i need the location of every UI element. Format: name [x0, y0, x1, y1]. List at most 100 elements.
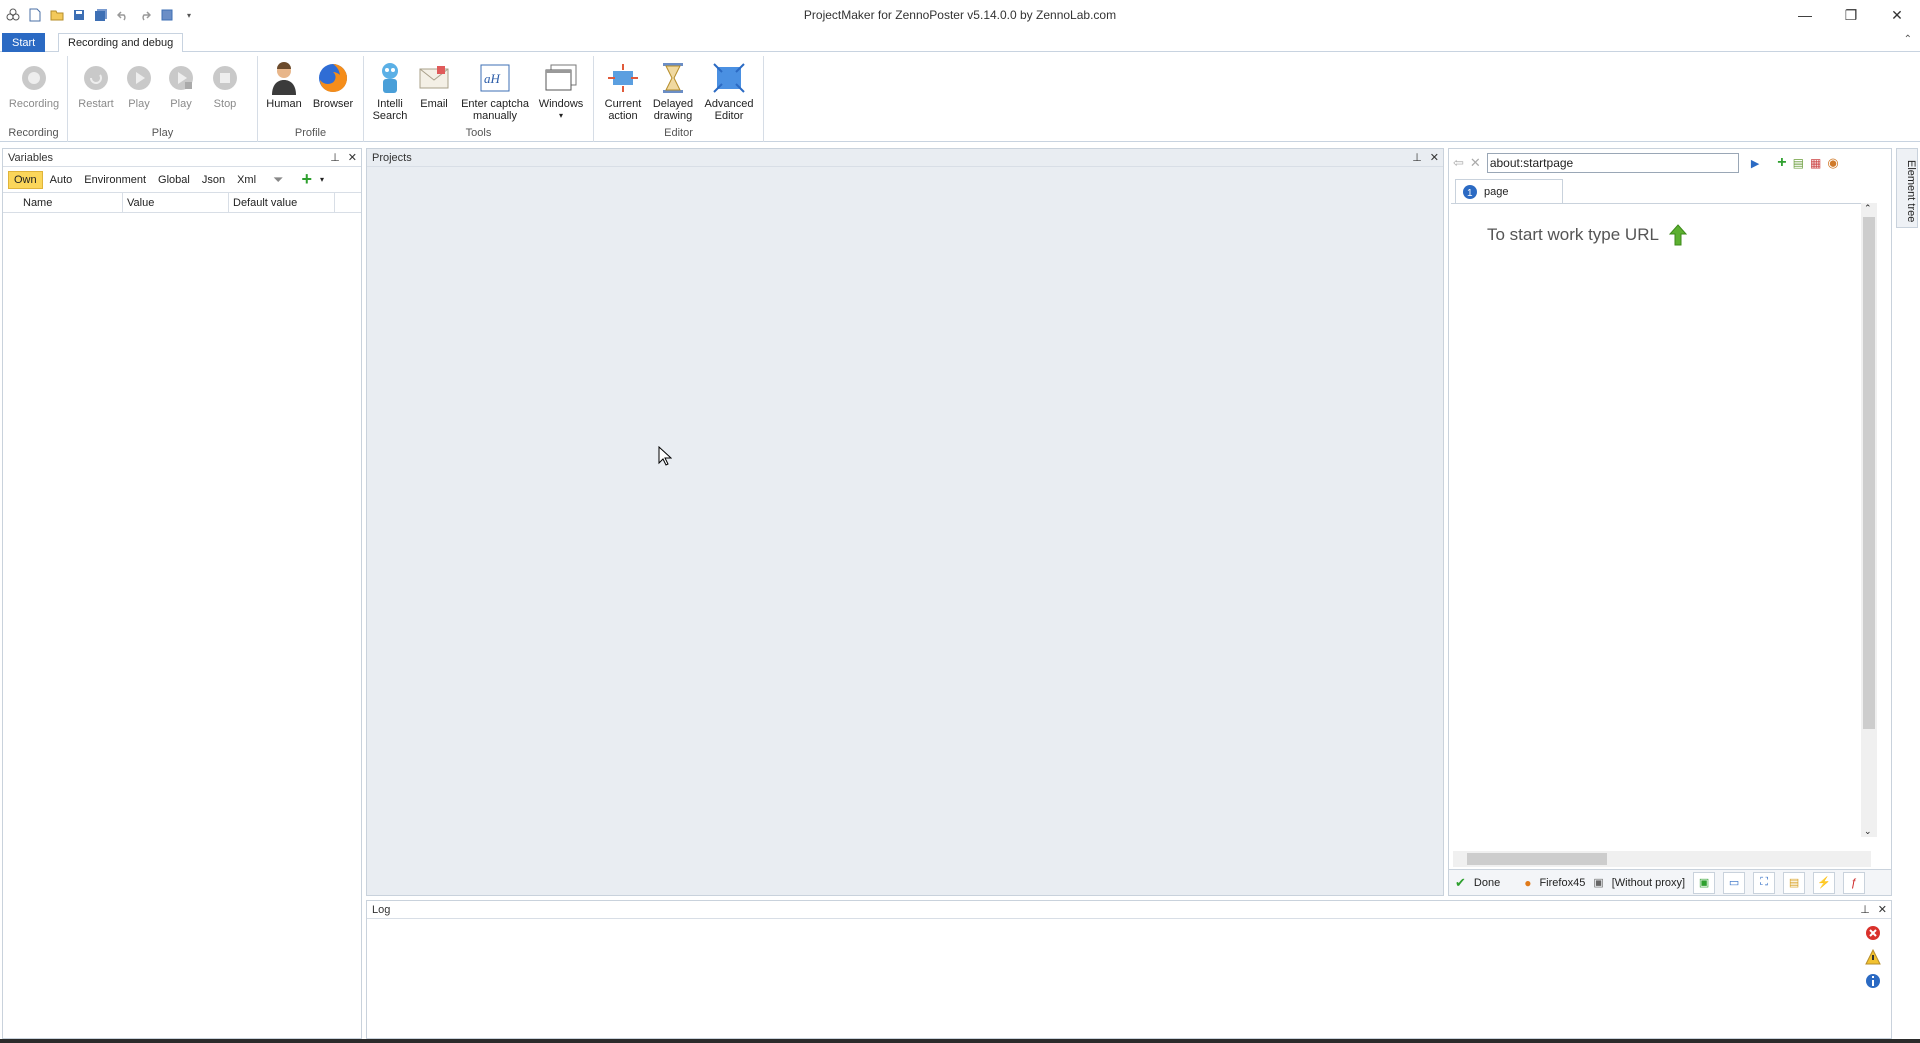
- delayed-drawing-label: Delayed drawing: [652, 98, 694, 122]
- minimize-button[interactable]: —: [1782, 0, 1828, 30]
- plugins-icon[interactable]: ⚡: [1813, 871, 1836, 894]
- browser-button[interactable]: Browser: [310, 60, 356, 110]
- vartab-own[interactable]: Own: [8, 170, 43, 189]
- page-tab[interactable]: 1 page: [1455, 179, 1563, 203]
- horizontal-scroll-thumb[interactable]: [1467, 853, 1607, 865]
- current-action-button[interactable]: Current action: [602, 60, 644, 122]
- column-default-value[interactable]: Default value: [229, 193, 335, 212]
- group-label-editor: Editor: [664, 127, 693, 139]
- vartab-environment[interactable]: Environment: [79, 172, 151, 188]
- current-action-label: Current action: [604, 98, 642, 122]
- close-panel-icon[interactable]: ✕: [1878, 901, 1887, 919]
- tab-recording-and-debug[interactable]: Recording and debug: [58, 33, 184, 54]
- variables-panel: Variables ⊥ ✕ Own Auto Environment Globa…: [2, 148, 362, 1039]
- intelli-search-button[interactable]: Intelli Search: [370, 60, 410, 122]
- filter-icon[interactable]: ⏷: [273, 172, 283, 188]
- scroll-up-icon[interactable]: ⌃: [1864, 203, 1872, 214]
- windows-button[interactable]: Windows ▾: [538, 60, 584, 122]
- pin-icon[interactable]: ⊥: [330, 149, 340, 167]
- screenshot-icon[interactable]: ▣: [1693, 871, 1716, 894]
- panel-controls: ⊥ ✕: [330, 149, 357, 167]
- collapse-ribbon-icon[interactable]: ⌃: [1904, 34, 1912, 45]
- log-title: Log: [372, 904, 391, 916]
- vartab-json[interactable]: Json: [197, 172, 230, 188]
- proxy-text[interactable]: [Without proxy]: [1612, 877, 1685, 889]
- vartab-global[interactable]: Global: [153, 172, 195, 188]
- add-dropdown-icon[interactable]: ▾: [320, 175, 324, 184]
- clear-cookies-icon[interactable]: ◉: [1827, 155, 1838, 171]
- delayed-drawing-button[interactable]: Delayed drawing: [650, 60, 696, 122]
- group-label-tools: Tools: [465, 127, 492, 139]
- engine-text[interactable]: Firefox45: [1539, 877, 1585, 889]
- go-icon[interactable]: ▶: [1751, 157, 1759, 170]
- svg-text:1: 1: [1467, 188, 1473, 199]
- pin-icon[interactable]: ⊥: [1860, 901, 1870, 919]
- scroll-down-icon[interactable]: ⌄: [1864, 826, 1872, 837]
- mouse-cursor-icon: [658, 446, 672, 466]
- variables-header: Variables ⊥ ✕: [3, 149, 361, 167]
- new-tab-icon[interactable]: +: [1777, 154, 1786, 172]
- add-variable-icon[interactable]: +: [301, 169, 312, 190]
- vartab-auto[interactable]: Auto: [45, 172, 78, 188]
- bottom-edge: [0, 1039, 1920, 1043]
- close-panel-icon[interactable]: ✕: [348, 149, 357, 167]
- warning-filter-icon[interactable]: [1865, 949, 1881, 965]
- variable-tabs: Own Auto Environment Global Json Xml ⏷ +…: [3, 167, 361, 193]
- stop-button[interactable]: Stop: [208, 60, 242, 110]
- restart-button[interactable]: Restart: [76, 60, 116, 110]
- vertical-scroll-thumb[interactable]: [1863, 217, 1875, 729]
- info-filter-icon[interactable]: [1865, 973, 1881, 989]
- log-header: Log ⊥ ✕: [367, 901, 1891, 919]
- window-controls: — ❐ ✕: [1782, 0, 1920, 30]
- page-tab-label: page: [1484, 185, 1509, 198]
- done-icon: ✔: [1455, 874, 1466, 890]
- group-label-recording: Recording: [8, 127, 59, 139]
- clear-cache-icon[interactable]: ▦: [1810, 156, 1821, 170]
- vartab-xml[interactable]: Xml: [232, 172, 261, 188]
- flash-icon[interactable]: ƒ: [1843, 871, 1866, 894]
- variables-table-header: Name Value Default value: [3, 193, 361, 213]
- restore-button[interactable]: ❐: [1828, 0, 1874, 30]
- firefox-icon: [316, 60, 350, 96]
- enter-captcha-button[interactable]: aH Enter captcha manually: [458, 60, 532, 122]
- group-label-play: Play: [151, 127, 174, 139]
- page-source-icon[interactable]: ▤: [1793, 156, 1804, 170]
- advanced-editor-button[interactable]: Advanced Editor: [702, 60, 756, 122]
- engine-icon: ●: [1524, 875, 1532, 890]
- error-filter-icon[interactable]: [1865, 925, 1881, 941]
- horizontal-scrollbar[interactable]: [1453, 851, 1871, 867]
- play-icon: [122, 60, 156, 96]
- intelli-search-label: Intelli Search: [372, 98, 408, 122]
- panel-controls: ⊥ ✕: [1412, 149, 1439, 167]
- stop-loading-icon[interactable]: ✕: [1470, 155, 1481, 171]
- proxy-icon: ▣: [1593, 877, 1604, 889]
- back-icon[interactable]: ⇦: [1453, 155, 1464, 171]
- human-label: Human: [266, 98, 302, 110]
- group-tools: Intelli Search Email aH Enter captcha ma…: [364, 56, 594, 142]
- log-filters: [1865, 925, 1881, 989]
- svg-text:aH: aH: [484, 71, 501, 86]
- pin-icon[interactable]: ⊥: [1412, 149, 1422, 167]
- email-button[interactable]: Email: [414, 60, 454, 110]
- browser-viewport[interactable]: To start work type URL: [1451, 203, 1871, 829]
- play-button[interactable]: Play: [122, 60, 156, 110]
- play-step-button[interactable]: Play: [164, 60, 198, 110]
- element-tree-tab[interactable]: Element tree: [1896, 148, 1918, 228]
- current-action-icon: [606, 60, 640, 96]
- record-icon: [17, 60, 51, 96]
- group-play: Restart Play Play Stop Play: [68, 56, 258, 142]
- images-icon[interactable]: ▤: [1783, 871, 1806, 894]
- window-mode-icon[interactable]: ▭: [1723, 871, 1746, 894]
- close-panel-icon[interactable]: ✕: [1430, 149, 1439, 167]
- tab-start[interactable]: Start: [2, 33, 46, 53]
- windows-label: Windows: [538, 98, 584, 110]
- column-name[interactable]: Name: [19, 193, 123, 212]
- element-select-icon[interactable]: ⛶: [1753, 871, 1776, 894]
- close-button[interactable]: ✕: [1874, 0, 1920, 30]
- human-button[interactable]: Human: [264, 60, 304, 110]
- vertical-scrollbar[interactable]: ⌃ ⌄: [1861, 203, 1877, 837]
- url-input[interactable]: [1486, 153, 1739, 173]
- column-value[interactable]: Value: [123, 193, 229, 212]
- recording-button[interactable]: Recording: [7, 60, 61, 110]
- start-hint-text: To start work type URL: [1487, 225, 1659, 244]
